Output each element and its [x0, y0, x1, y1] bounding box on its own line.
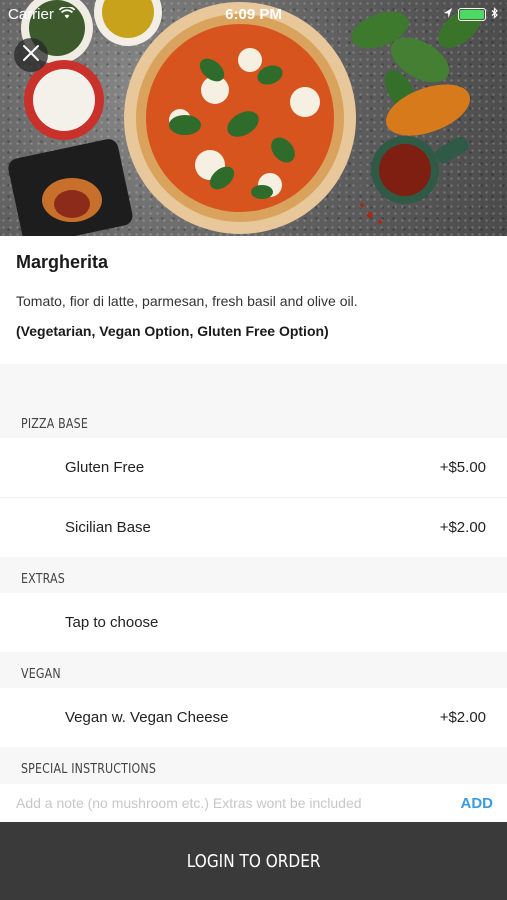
item-info: Margherita Tomato, fior di latte, parmes…: [0, 236, 507, 364]
item-title: Margherita: [16, 252, 109, 272]
option-row-gluten-free[interactable]: Gluten Free +$5.00: [0, 438, 507, 497]
option-row-sicilian-base[interactable]: Sicilian Base +$2.00: [0, 498, 507, 557]
option-name: Vegan w. Vegan Cheese: [65, 709, 229, 726]
item-description: Tomato, fior di latte, parmesan, fresh b…: [16, 293, 358, 309]
status-time: 6:09 PM: [225, 5, 282, 23]
extras-choose-row[interactable]: Tap to choose: [0, 593, 507, 652]
option-price: +$2.00: [439, 519, 486, 536]
special-instructions-input[interactable]: [16, 795, 461, 811]
close-icon: [22, 44, 40, 67]
pizza-illustration: [8, 0, 482, 236]
section-label-special-instructions: SPECIAL INSTRUCTIONS: [21, 762, 157, 777]
add-note-button[interactable]: ADD: [461, 795, 494, 812]
special-instructions-row: ADD: [0, 784, 507, 822]
option-price: +$2.00: [439, 709, 486, 726]
item-dietary-info: (Vegetarian, Vegan Option, Gluten Free O…: [16, 323, 329, 339]
option-name: Gluten Free: [65, 459, 145, 476]
option-name: Sicilian Base: [65, 519, 151, 536]
close-button[interactable]: [14, 38, 48, 72]
pizza-hero-image: Carrier 6:09 PM: [0, 0, 507, 236]
login-to-order-label: LOGIN TO ORDER: [186, 850, 321, 872]
section-label-pizza-base: PIZZA BASE: [21, 417, 88, 432]
option-price: +$5.00: [439, 459, 486, 476]
extras-choose-label: Tap to choose: [65, 614, 159, 631]
option-row-vegan-cheese[interactable]: Vegan w. Vegan Cheese +$2.00: [0, 688, 507, 747]
battery-icon: [458, 7, 486, 21]
section-label-extras: EXTRAS: [21, 572, 65, 587]
login-to-order-button[interactable]: LOGIN TO ORDER: [0, 822, 507, 900]
status-bar: Carrier 6:09 PM: [0, 0, 507, 28]
section-label-vegan: VEGAN: [21, 667, 61, 682]
